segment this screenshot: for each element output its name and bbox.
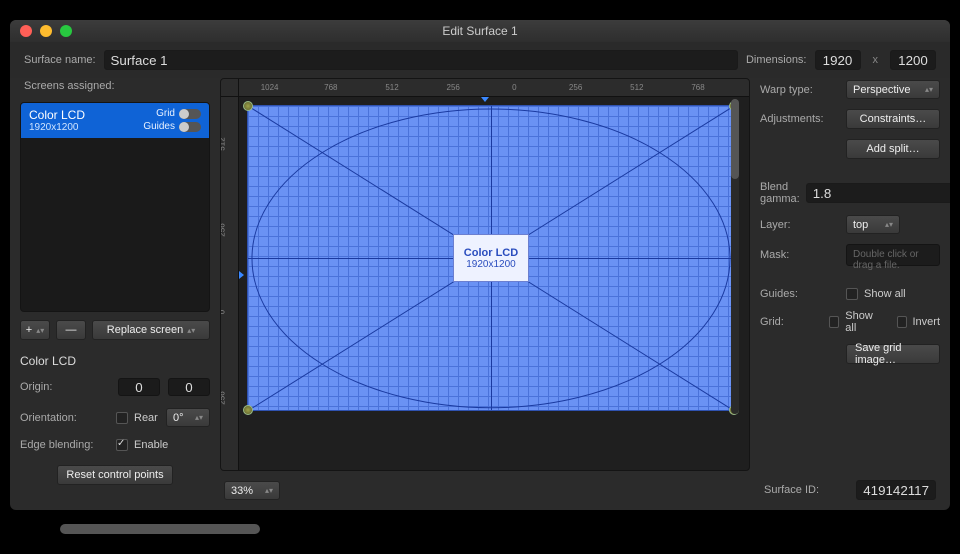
minimize-icon[interactable]: [40, 25, 52, 37]
chip-title: Color LCD: [464, 247, 518, 259]
zoom-select[interactable]: 33%▴▾: [224, 481, 280, 500]
v-scroll-thumb[interactable]: [731, 99, 739, 179]
save-grid-image-button[interactable]: Save grid image…: [846, 344, 940, 364]
surface-stage[interactable]: Color LCD 1920x1200: [247, 105, 735, 411]
edge-blending-label: Edge blending:: [20, 439, 110, 451]
grid-toggle-row: Grid: [156, 108, 201, 119]
window: Edit Surface 1 Surface name: Dimensions:…: [10, 20, 950, 510]
origin-y-input[interactable]: [168, 378, 210, 396]
mask-dropzone[interactable]: Double click or drag a file.: [846, 244, 940, 266]
replace-screen-button[interactable]: Replace screen▴▾: [92, 320, 210, 340]
grid-label: Grid:: [760, 316, 823, 328]
chip-subtitle: 1920x1200: [466, 259, 516, 270]
reset-control-points-button[interactable]: Reset control points: [57, 465, 172, 485]
guides-showall-label: Show all: [864, 288, 940, 300]
zoom-control: 33%▴▾: [224, 477, 280, 500]
ruler-corner: [221, 79, 239, 97]
orientation-label: Orientation:: [20, 412, 110, 424]
screens-list[interactable]: Color LCD 1920x1200 Grid Guides: [20, 102, 210, 312]
canvas[interactable]: 1024 768 512 256 0 256 512 768 512 256 0…: [220, 78, 750, 471]
vertical-scrollbar[interactable]: [731, 99, 739, 414]
enable-label: Enable: [134, 439, 210, 451]
surface-name-input[interactable]: [104, 50, 738, 70]
close-icon[interactable]: [20, 25, 32, 37]
center-column: 1024 768 512 256 0 256 512 768 512 256 0…: [220, 78, 750, 500]
screens-assigned-label: Screens assigned:: [20, 78, 210, 94]
origin-row: Origin:: [20, 376, 210, 398]
screen-resolution: 1920x1200: [29, 122, 85, 133]
orientation-row: Orientation: Rear 0°▴▾: [20, 406, 210, 429]
control-point-bl[interactable]: [243, 405, 253, 415]
titlebar: Edit Surface 1: [10, 20, 950, 42]
grid-invert-label: Invert: [913, 316, 941, 328]
ruler-marker-left-icon: [239, 271, 244, 279]
ruler-marker-top-icon: [481, 97, 489, 102]
dim-height-input[interactable]: [890, 50, 936, 70]
surface-name-label: Surface name:: [24, 54, 96, 66]
add-screen-button[interactable]: +▴▾: [20, 320, 50, 340]
dimensions-label: Dimensions:: [746, 54, 807, 66]
zoom-icon[interactable]: [60, 25, 72, 37]
main-row: Screens assigned: Color LCD 1920x1200 Gr…: [10, 78, 950, 510]
origin-label: Origin:: [20, 381, 110, 393]
guides-toggle-label: Guides: [143, 121, 175, 132]
right-column: Warp type: Perspective▴▾ Adjustments: Co…: [760, 78, 940, 500]
surface-id-label: Surface ID:: [764, 484, 819, 496]
screen-name: Color LCD: [29, 108, 85, 122]
screen-toggles: Grid Guides: [143, 108, 201, 132]
blend-gamma-label: Blend gamma:: [760, 181, 800, 205]
screen-panel-title: Color LCD: [20, 348, 210, 368]
grid-toggle-label: Grid: [156, 108, 175, 119]
surface-id-field[interactable]: [856, 480, 936, 500]
layer-label: Layer:: [760, 219, 840, 231]
traffic-lights: [20, 25, 72, 37]
rear-checkbox[interactable]: [116, 412, 128, 424]
origin-x-input[interactable]: [118, 378, 160, 396]
ruler-top: 1024 768 512 256 0 256 512 768: [239, 79, 749, 97]
ruler-left: 512 256 0 256: [221, 97, 239, 470]
screen-item[interactable]: Color LCD 1920x1200 Grid Guides: [21, 103, 209, 138]
guides-toggle-row: Guides: [143, 121, 201, 132]
enable-checkbox[interactable]: [116, 439, 128, 451]
x-separator: x: [869, 54, 883, 66]
screen-item-text: Color LCD 1920x1200: [29, 108, 85, 133]
grid-showall-label: Show all: [845, 310, 878, 334]
dim-width-input[interactable]: [815, 50, 861, 70]
grid-toggle[interactable]: [179, 109, 201, 119]
guides-label: Guides:: [760, 288, 840, 300]
guides-toggle[interactable]: [179, 122, 201, 132]
constraints-button[interactable]: Constraints…: [846, 109, 940, 129]
adjustments-label: Adjustments:: [760, 113, 840, 125]
layer-select[interactable]: top▴▾: [846, 215, 900, 234]
remove-screen-button[interactable]: —: [56, 320, 86, 340]
left-column: Screens assigned: Color LCD 1920x1200 Gr…: [20, 78, 210, 500]
angle-select[interactable]: 0°▴▾: [166, 408, 210, 427]
warp-type-label: Warp type:: [760, 84, 840, 96]
screens-buttons: +▴▾ — Replace screen▴▾: [20, 320, 210, 340]
grid-showall-checkbox[interactable]: [829, 316, 839, 328]
edge-blending-row: Edge blending: Enable: [20, 437, 210, 453]
add-split-button[interactable]: Add split…: [846, 139, 940, 159]
warp-type-select[interactable]: Perspective▴▾: [846, 80, 940, 99]
control-point-tl[interactable]: [243, 101, 253, 111]
canvas-bottom-row: 33%▴▾: [220, 471, 750, 500]
blend-gamma-input[interactable]: [806, 183, 950, 203]
guides-showall-checkbox[interactable]: [846, 288, 858, 300]
grid-invert-checkbox[interactable]: [897, 316, 907, 328]
top-row: Surface name: Dimensions: x: [10, 42, 950, 78]
mask-label: Mask:: [760, 249, 840, 261]
screen-chip[interactable]: Color LCD 1920x1200: [453, 234, 529, 282]
rear-label: Rear: [134, 412, 160, 424]
window-title: Edit Surface 1: [10, 24, 950, 38]
